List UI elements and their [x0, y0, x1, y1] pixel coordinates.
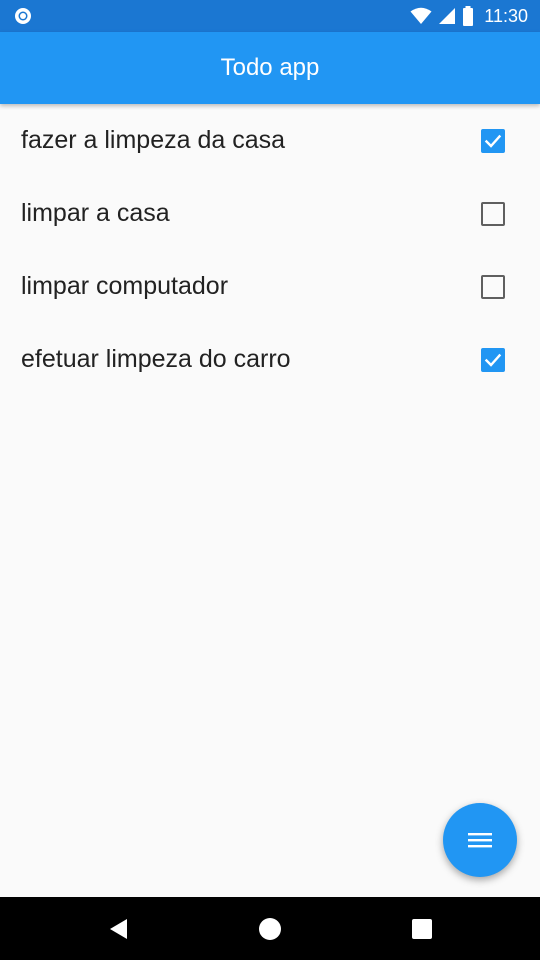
- menu-icon: [468, 833, 492, 848]
- status-time: 11:30: [484, 5, 528, 26]
- todo-item[interactable]: efetuar limpeza do carro: [0, 323, 540, 396]
- status-bar: 11:30: [0, 0, 540, 32]
- signal-icon: [439, 8, 456, 24]
- back-icon[interactable]: [107, 917, 131, 941]
- todo-checkbox[interactable]: [481, 201, 505, 226]
- wifi-icon: [410, 7, 432, 24]
- todo-label: fazer a limpeza da casa: [21, 126, 286, 154]
- todo-item[interactable]: fazer a limpeza da casa: [0, 104, 540, 177]
- status-icons: 11:30: [410, 0, 528, 32]
- menu-fab-button[interactable]: [443, 803, 517, 877]
- todo-label: limpar a casa: [21, 199, 170, 227]
- app-bar: Todo app: [0, 32, 540, 104]
- battery-icon: [463, 6, 474, 26]
- page-title: Todo app: [220, 54, 320, 81]
- system-nav-bar: [0, 897, 540, 960]
- check-icon: [484, 353, 502, 367]
- todo-checkbox[interactable]: [481, 128, 505, 153]
- todo-item[interactable]: limpar a casa: [0, 177, 540, 250]
- todo-checkbox[interactable]: [481, 347, 505, 372]
- todo-label: limpar computador: [21, 272, 229, 300]
- todo-item[interactable]: limpar computador: [0, 250, 540, 323]
- todo-label: efetuar limpeza do carro: [21, 345, 291, 373]
- todo-checkbox[interactable]: [481, 274, 505, 299]
- todo-list: fazer a limpeza da casa limpar a casa li…: [0, 104, 540, 396]
- check-icon: [484, 134, 502, 148]
- home-icon[interactable]: [258, 917, 282, 941]
- app-notification-icon: [15, 8, 31, 24]
- recents-icon[interactable]: [410, 917, 434, 941]
